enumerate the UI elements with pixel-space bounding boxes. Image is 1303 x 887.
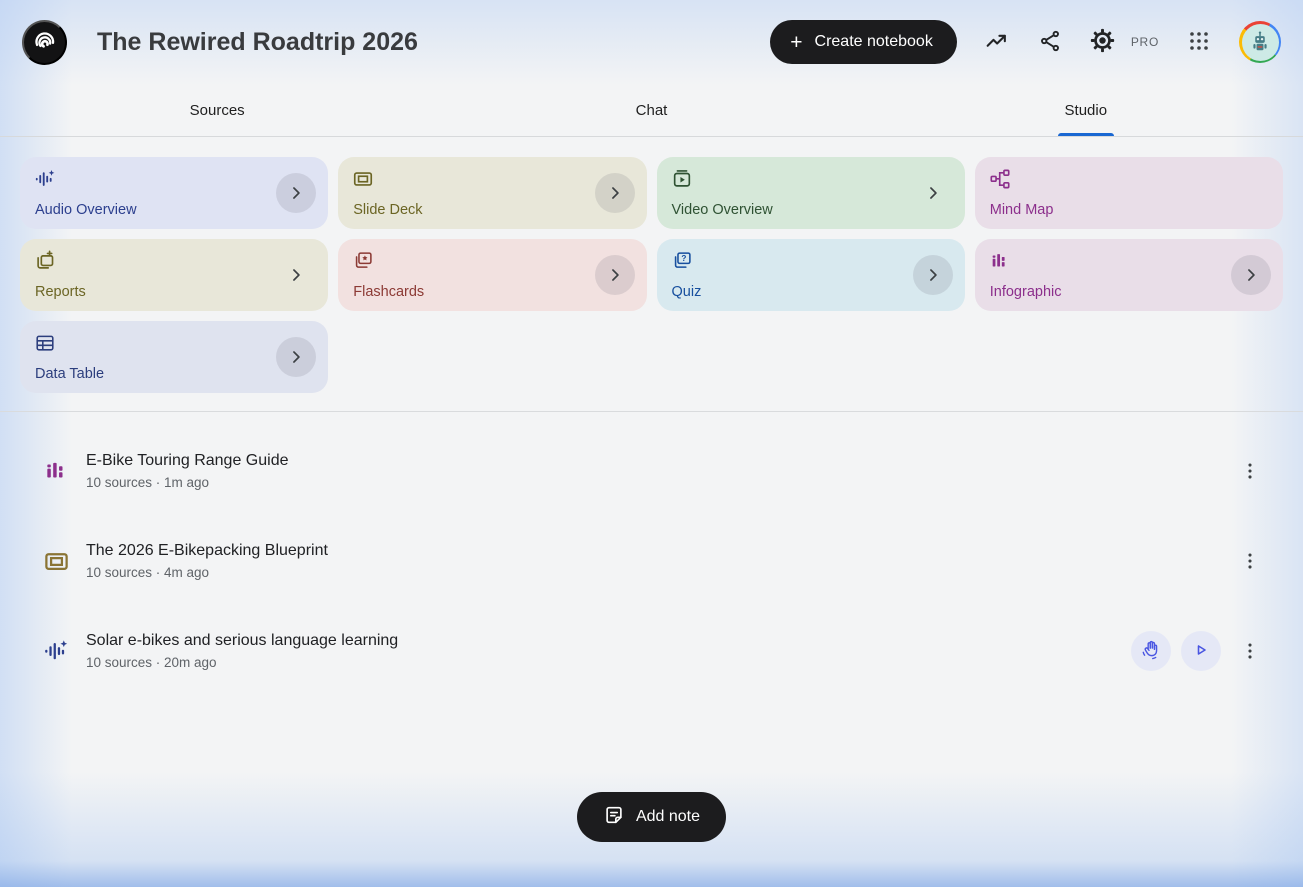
artifact-actions bbox=[1231, 541, 1263, 581]
tab-chat[interactable]: Chat bbox=[434, 84, 868, 136]
card-label: Flashcards bbox=[353, 284, 425, 300]
card-label: Quiz bbox=[671, 284, 702, 300]
artifact-text: E-Bike Touring Range Guide 10 sources · … bbox=[86, 452, 289, 490]
slide-deck-icon bbox=[40, 548, 72, 575]
header: The Rewired Roadtrip 2026 + Create noteb… bbox=[0, 0, 1303, 84]
settings-button[interactable] bbox=[1090, 28, 1116, 56]
create-notebook-button[interactable]: + Create notebook bbox=[770, 20, 957, 64]
artifact-meta: 10 sources · 20m ago bbox=[86, 655, 217, 670]
more-options-button[interactable] bbox=[1237, 451, 1263, 491]
interactive-mode-button[interactable] bbox=[1131, 631, 1171, 671]
audio-waveform-sparkle-icon bbox=[34, 168, 314, 190]
card-mind-map[interactable]: Mind Map bbox=[974, 157, 1283, 229]
notebook-page: The Rewired Roadtrip 2026 + Create noteb… bbox=[0, 0, 1303, 887]
tab-sources[interactable]: Sources bbox=[0, 84, 434, 136]
more-options-button[interactable] bbox=[1237, 631, 1263, 671]
card-audio-overview[interactable]: Audio Overview bbox=[20, 157, 329, 229]
note-icon bbox=[603, 804, 625, 831]
card-video-overview[interactable]: Video Overview bbox=[656, 157, 965, 229]
card-data-table[interactable]: Data Table bbox=[20, 321, 329, 393]
card-reports[interactable]: Reports bbox=[20, 239, 329, 311]
artifact-actions bbox=[1131, 631, 1263, 671]
artifact-text: The 2026 E-Bikepacking Blueprint 10 sour… bbox=[86, 542, 328, 580]
reports-icon bbox=[34, 250, 314, 272]
pro-badge: PRO bbox=[1130, 35, 1159, 49]
gear-icon bbox=[1090, 28, 1115, 56]
infographic-icon bbox=[40, 458, 72, 484]
infographic-icon bbox=[989, 250, 1269, 272]
footer: Add note bbox=[0, 792, 1303, 842]
share-button[interactable] bbox=[1037, 29, 1063, 55]
card-slide-deck[interactable]: Slide Deck bbox=[338, 157, 647, 229]
studio-panel: Audio Overview Slide Deck Video Overview… bbox=[0, 137, 1303, 412]
list-item-solar-ebikes-audio[interactable]: Solar e-bikes and serious language learn… bbox=[0, 606, 1303, 696]
tab-studio-label: Studio bbox=[1064, 101, 1108, 119]
audio-waveform-sparkle-icon bbox=[40, 638, 72, 664]
artifact-title: The 2026 E-Bikepacking Blueprint bbox=[86, 542, 328, 559]
avatar-robot-image bbox=[1241, 23, 1279, 61]
studio-cards-grid: Audio Overview Slide Deck Video Overview… bbox=[20, 157, 1283, 393]
chevron-right-icon[interactable] bbox=[276, 173, 317, 213]
tab-studio[interactable]: Studio bbox=[869, 84, 1303, 136]
chevron-right-icon[interactable] bbox=[276, 337, 317, 377]
card-quiz[interactable]: ? Quiz bbox=[656, 239, 965, 311]
artifact-text: Solar e-bikes and serious language learn… bbox=[86, 632, 398, 670]
artifact-meta: 10 sources · 4m ago bbox=[86, 565, 210, 580]
mind-map-icon bbox=[989, 168, 1269, 190]
play-button[interactable] bbox=[1181, 631, 1221, 671]
flashcards-icon bbox=[352, 250, 632, 272]
chevron-right-icon[interactable] bbox=[594, 255, 635, 295]
trending-up-icon bbox=[984, 28, 1009, 56]
artifact-actions bbox=[1231, 451, 1263, 491]
notebooklm-logo[interactable] bbox=[22, 19, 67, 65]
play-icon bbox=[1191, 640, 1211, 663]
chevron-right-icon[interactable] bbox=[594, 173, 635, 213]
account-avatar[interactable] bbox=[1239, 21, 1281, 63]
data-table-icon bbox=[34, 332, 314, 354]
card-label: Mind Map bbox=[989, 202, 1054, 218]
add-note-button[interactable]: Add note bbox=[576, 792, 727, 842]
card-infographic[interactable]: Infographic bbox=[974, 239, 1283, 311]
artifact-list: E-Bike Touring Range Guide 10 sources · … bbox=[0, 412, 1303, 696]
artifact-title: Solar e-bikes and serious language learn… bbox=[86, 632, 399, 649]
list-item-2026-ebikepacking-blueprint[interactable]: The 2026 E-Bikepacking Blueprint 10 sour… bbox=[0, 516, 1303, 606]
tab-active-underline bbox=[1057, 133, 1114, 136]
header-actions: + Create notebook PRO bbox=[770, 20, 1281, 64]
artifact-title: E-Bike Touring Range Guide bbox=[86, 452, 289, 469]
notebooklm-logo-icon bbox=[31, 27, 58, 57]
chevron-right-icon[interactable] bbox=[276, 255, 316, 295]
svg-text:?: ? bbox=[681, 254, 686, 263]
chevron-right-icon[interactable] bbox=[913, 173, 953, 213]
card-label: Audio Overview bbox=[35, 202, 137, 218]
card-flashcards[interactable]: Flashcards bbox=[338, 239, 647, 311]
analytics-button[interactable] bbox=[984, 29, 1010, 55]
page-title: The Rewired Roadtrip 2026 bbox=[97, 27, 418, 56]
card-label: Data Table bbox=[35, 366, 105, 382]
apps-grid-icon bbox=[1187, 29, 1211, 56]
card-label: Reports bbox=[35, 284, 86, 300]
tab-sources-label: Sources bbox=[189, 101, 245, 119]
card-label: Infographic bbox=[989, 284, 1062, 300]
plus-icon: + bbox=[790, 30, 803, 54]
main-tabs: Sources Chat Studio bbox=[0, 84, 1303, 137]
artifact-meta: 10 sources · 1m ago bbox=[86, 475, 210, 490]
list-item-ebike-touring-range-guide[interactable]: E-Bike Touring Range Guide 10 sources · … bbox=[0, 426, 1303, 516]
add-note-label: Add note bbox=[635, 808, 701, 825]
quiz-icon: ? bbox=[671, 250, 951, 272]
video-overview-icon bbox=[671, 168, 951, 190]
card-label: Video Overview bbox=[671, 202, 773, 218]
chevron-right-icon[interactable] bbox=[1231, 255, 1271, 295]
slide-deck-icon bbox=[352, 168, 632, 190]
card-label: Slide Deck bbox=[353, 202, 423, 218]
chevron-right-icon[interactable] bbox=[912, 255, 953, 295]
create-notebook-label: Create notebook bbox=[814, 33, 933, 50]
share-icon bbox=[1038, 29, 1062, 56]
waving-hand-icon bbox=[1141, 639, 1162, 663]
apps-grid-button[interactable] bbox=[1186, 29, 1212, 55]
tab-chat-label: Chat bbox=[635, 101, 668, 119]
more-options-button[interactable] bbox=[1237, 541, 1263, 581]
